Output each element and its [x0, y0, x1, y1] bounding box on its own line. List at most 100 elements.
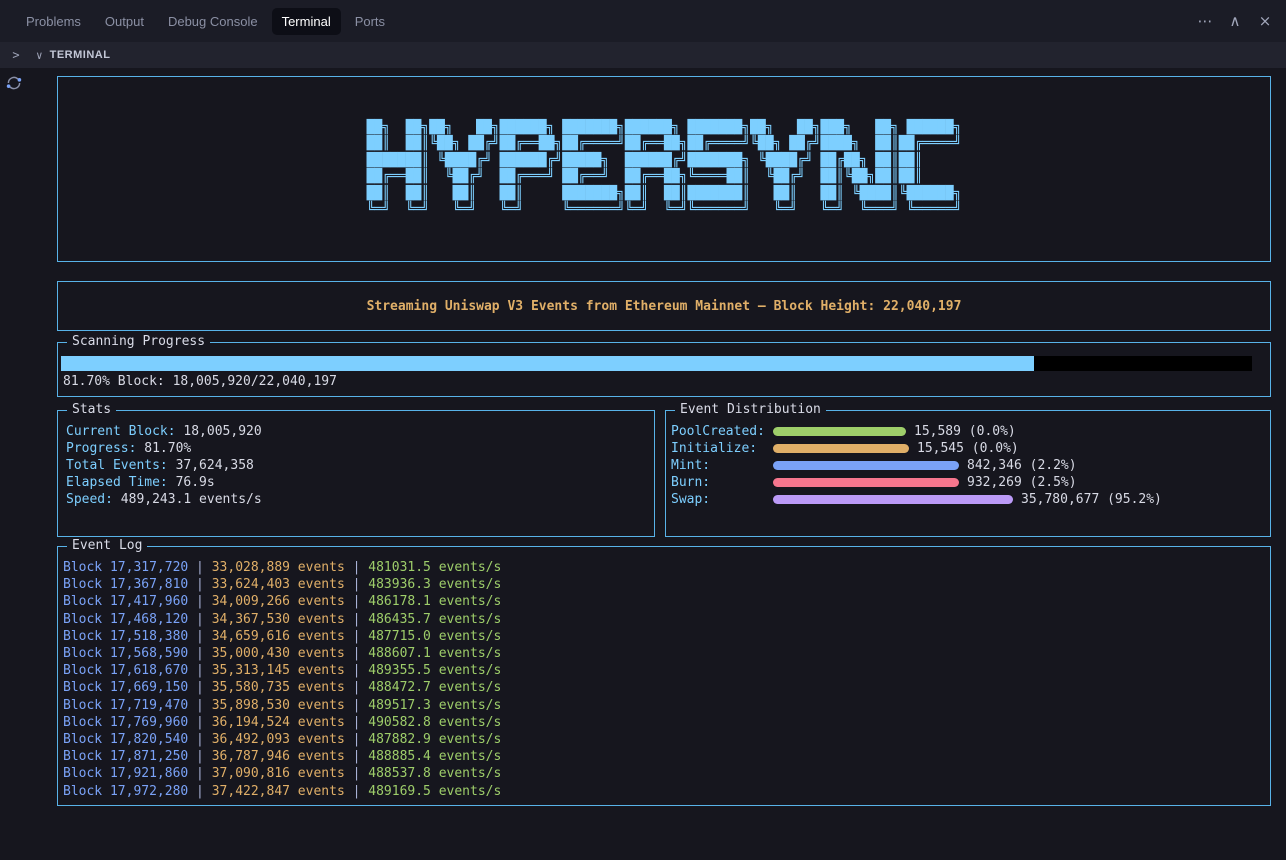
more-actions-icon[interactable]: ⋯	[1194, 10, 1216, 32]
log-separator: |	[345, 698, 368, 713]
log-separator: |	[345, 715, 368, 730]
chevron-right-icon[interactable]: >	[8, 48, 24, 62]
tab-ports[interactable]: Ports	[345, 8, 395, 35]
distribution-label: Initialize:	[671, 441, 773, 456]
log-separator: |	[345, 663, 368, 678]
log-rate: 488537.8 events/s	[368, 766, 501, 781]
log-row: Block 17,417,960 | 34,009,266 events | 4…	[63, 593, 1260, 610]
log-row: Block 17,367,810 | 33,624,403 events | 4…	[63, 576, 1260, 593]
stream-info-panel: Streaming Uniswap V3 Events from Ethereu…	[57, 281, 1271, 331]
log-row: Block 17,618,670 | 35,313,145 events | 4…	[63, 662, 1260, 679]
log-block: Block 17,468,120	[63, 612, 188, 627]
progress-bar	[61, 356, 1252, 371]
stats-title: Stats	[67, 402, 116, 418]
log-row: Block 17,317,720 | 33,028,889 events | 4…	[63, 559, 1260, 576]
panel-body: ██╗ ██╗██╗ ██╗██████╗ ███████╗██████╗ ██…	[0, 68, 1286, 860]
log-row: Block 17,921,860 | 37,090,816 events | 4…	[63, 765, 1260, 782]
panel-actions: ⋯ ∧ ×	[1194, 10, 1276, 32]
log-events: 37,422,847 events	[212, 784, 345, 799]
tab-output[interactable]: Output	[95, 8, 154, 35]
log-events: 34,009,266 events	[212, 594, 345, 609]
maximize-panel-icon[interactable]: ∧	[1224, 10, 1246, 32]
distribution-bar	[773, 427, 906, 436]
ascii-banner: ██╗ ██╗██╗ ██╗██████╗ ███████╗██████╗ ██…	[367, 120, 962, 219]
log-row: Block 17,568,590 | 35,000,430 events | 4…	[63, 645, 1260, 662]
panel-left-gutter	[0, 68, 28, 860]
log-separator: |	[188, 749, 211, 764]
distribution-bar	[773, 478, 959, 487]
distribution-bar	[773, 461, 959, 470]
log-separator: |	[345, 680, 368, 695]
log-block: Block 17,669,150	[63, 680, 188, 695]
log-events: 34,659,616 events	[212, 629, 345, 644]
log-separator: |	[345, 629, 368, 644]
log-row: Block 17,769,960 | 36,194,524 events | 4…	[63, 714, 1260, 731]
log-block: Block 17,972,280	[63, 784, 188, 799]
event-log-title: Event Log	[67, 538, 147, 554]
distribution-value: 15,545 (0.0%)	[917, 441, 1019, 456]
log-separator: |	[345, 749, 368, 764]
log-row: Block 17,972,280 | 37,422,847 events | 4…	[63, 783, 1260, 800]
log-rate: 483936.3 events/s	[368, 577, 501, 592]
log-events: 35,313,145 events	[212, 663, 345, 678]
sync-icon[interactable]	[5, 74, 23, 92]
log-separator: |	[188, 612, 211, 627]
distribution-value: 932,269 (2.5%)	[967, 475, 1077, 490]
stat-label: Elapsed Time:	[66, 475, 168, 490]
log-rate: 487715.0 events/s	[368, 629, 501, 644]
distribution-row: Swap:35,780,677 (95.2%)	[671, 491, 1260, 508]
terminal-content[interactable]: ██╗ ██╗██╗ ██╗██████╗ ███████╗██████╗ ██…	[28, 68, 1286, 860]
progress-status-text: 81.70% Block: 18,005,920/22,040,197	[61, 374, 1252, 389]
log-events: 33,028,889 events	[212, 560, 345, 575]
log-events: 35,000,430 events	[212, 646, 345, 661]
event-log-rows: Block 17,317,720 | 33,028,889 events | 4…	[63, 559, 1260, 800]
distribution-bar	[773, 495, 1013, 504]
stat-label: Progress:	[66, 441, 136, 456]
tab-terminal[interactable]: Terminal	[272, 8, 341, 35]
stat-value: 81.70%	[136, 441, 191, 456]
progress-fill	[61, 356, 1034, 371]
log-rate: 486178.1 events/s	[368, 594, 501, 609]
distribution-row: PoolCreated: 15,589 (0.0%)	[671, 423, 1260, 440]
close-panel-icon[interactable]: ×	[1254, 10, 1276, 32]
distribution-label: PoolCreated:	[671, 424, 773, 439]
log-events: 35,580,735 events	[212, 680, 345, 695]
stat-value: 76.9s	[168, 475, 215, 490]
distribution-bar	[773, 444, 909, 453]
stat-row: Progress: 81.70%	[66, 440, 644, 457]
log-block: Block 17,568,590	[63, 646, 188, 661]
log-events: 35,898,530 events	[212, 698, 345, 713]
tab-debug-console[interactable]: Debug Console	[158, 8, 268, 35]
stats-rows: Current Block: 18,005,920Progress: 81.70…	[66, 423, 644, 508]
distribution-row: Mint:842,346 (2.2%)	[671, 457, 1260, 474]
distribution-value: 35,780,677 (95.2%)	[1021, 492, 1162, 507]
log-separator: |	[188, 629, 211, 644]
log-rate: 489355.5 events/s	[368, 663, 501, 678]
log-block: Block 17,317,720	[63, 560, 188, 575]
log-separator: |	[188, 680, 211, 695]
banner-panel: ██╗ ██╗██╗ ██╗██████╗ ███████╗██████╗ ██…	[57, 76, 1271, 262]
log-separator: |	[188, 784, 211, 799]
distribution-label: Burn:	[671, 475, 773, 490]
chevron-down-icon[interactable]: ∨	[36, 49, 43, 62]
log-block: Block 17,367,810	[63, 577, 188, 592]
log-separator: |	[188, 715, 211, 730]
log-separator: |	[345, 784, 368, 799]
log-separator: |	[345, 612, 368, 627]
log-separator: |	[345, 766, 368, 781]
log-block: Block 17,618,670	[63, 663, 188, 678]
log-row: Block 17,518,380 | 34,659,616 events | 4…	[63, 628, 1260, 645]
panel-tab-list: ProblemsOutputDebug ConsoleTerminalPorts	[16, 8, 395, 35]
panel-tab-bar: ProblemsOutputDebug ConsoleTerminalPorts…	[0, 0, 1286, 42]
log-separator: |	[188, 663, 211, 678]
log-separator: |	[188, 766, 211, 781]
stats-distribution-row: Stats Current Block: 18,005,920Progress:…	[57, 410, 1271, 537]
log-separator: |	[345, 577, 368, 592]
distribution-value: 15,589 (0.0%)	[914, 424, 1016, 439]
log-rate: 489169.5 events/s	[368, 784, 501, 799]
stream-info-text: Streaming Uniswap V3 Events from Ethereu…	[367, 299, 962, 314]
log-separator: |	[345, 594, 368, 609]
event-distribution-title: Event Distribution	[675, 402, 826, 418]
tab-problems[interactable]: Problems	[16, 8, 91, 35]
stat-row: Total Events: 37,624,358	[66, 457, 644, 474]
